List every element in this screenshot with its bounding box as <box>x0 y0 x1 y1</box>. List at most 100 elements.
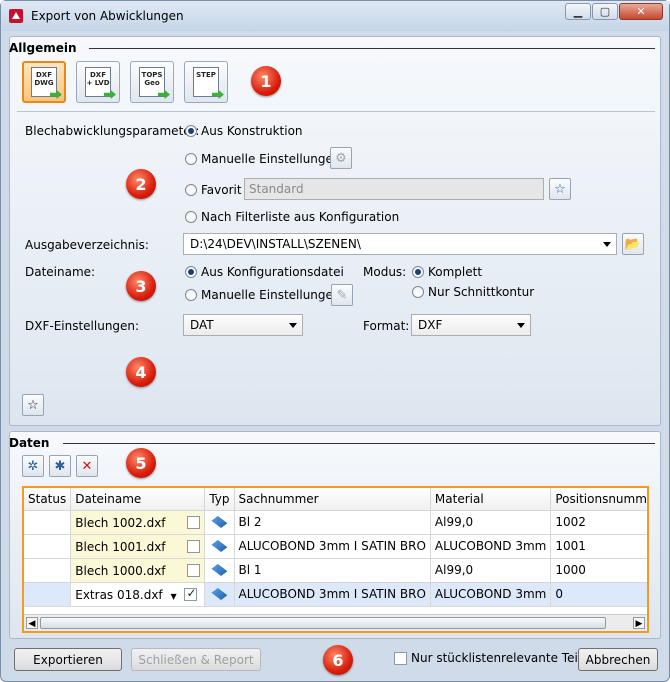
callout-badge-6: 6 <box>323 645 353 675</box>
star-icon[interactable]: ☆ <box>549 178 571 200</box>
maximize-button[interactable]: ▢ <box>592 3 618 20</box>
minimize-button[interactable]: ▁ <box>565 3 591 20</box>
stueckliste-checkbox[interactable] <box>394 652 407 665</box>
scroll-right-arrow-icon[interactable]: ▶ <box>633 617 645 629</box>
gear-icon[interactable]: ⚙ <box>330 147 352 169</box>
cell-positionsnummer: 1000 <box>550 558 647 583</box>
col-positionsnummer[interactable]: Positionsnummer <box>550 488 647 511</box>
blech-label: Blechabwicklungsparameter: <box>25 124 200 138</box>
radio-komplett[interactable] <box>412 266 424 278</box>
cell-typ <box>204 582 235 607</box>
cell-status <box>24 558 72 583</box>
radio-aus-konstruktion[interactable] <box>185 125 197 137</box>
cell-status <box>24 510 72 535</box>
scrollbar-thumb[interactable] <box>40 617 606 629</box>
row-checkbox[interactable] <box>187 516 201 529</box>
cell-dateiname[interactable]: Blech 1002.dxf <box>70 510 206 535</box>
horizontal-scrollbar[interactable]: ◀ ▶ <box>24 614 647 631</box>
dxf-lvd-icon: DXF + LVD <box>85 67 116 99</box>
callout-badge-5: 5 <box>126 448 156 478</box>
close-report-button[interactable]: Schließen & Report <box>131 648 261 671</box>
tile-dxf-dwg[interactable]: DXF DWG <box>22 61 66 103</box>
col-typ[interactable]: Typ <box>204 488 235 511</box>
radio-aus-konfigurationsdatei[interactable] <box>185 266 197 278</box>
data-grid[interactable]: Status Dateiname Typ Sachnummer Material… <box>22 486 649 633</box>
format-label: Format: <box>363 319 410 333</box>
tops-geo-icon: TOPS Geo <box>139 67 170 99</box>
close-button[interactable]: ✕ <box>619 3 663 20</box>
cell-typ <box>204 510 235 535</box>
chevron-down-icon <box>289 323 297 328</box>
cell-sachnummer: Bl 1 <box>234 558 431 583</box>
cell-status <box>24 582 72 607</box>
dxf-dropdown[interactable]: DAT <box>183 314 303 336</box>
cell-sachnummer: ALUCOBOND 3mm I SATIN BRO <box>234 582 431 607</box>
row-checkbox[interactable] <box>184 586 198 601</box>
data-table: Status Dateiname Typ Sachnummer Material… <box>24 488 647 607</box>
stueckliste-label: Nur stücklistenrelevante Teile <box>411 651 589 665</box>
cell-dateiname[interactable]: Blech 1001.dxf <box>70 534 206 559</box>
favorite-star-icon[interactable]: ☆ <box>22 394 44 416</box>
dxf-dwg-icon: DXF DWG <box>31 67 62 99</box>
radio-nur-schnittkontur[interactable] <box>412 286 424 298</box>
chevron-down-icon <box>517 323 525 328</box>
tile-dxf-lvd[interactable]: DXF + LVD <box>76 61 120 103</box>
table-header: Status Dateiname Typ Sachnummer Material… <box>24 488 647 511</box>
sheet-metal-icon <box>211 564 228 576</box>
callout-badge-4: 4 <box>126 357 156 387</box>
radio-filterliste[interactable] <box>185 211 197 223</box>
cell-material: ALUCOBOND 3mm <box>430 534 552 559</box>
radio-aus-konfig-label: Aus Konfigurationsdatei <box>201 265 344 279</box>
radio-manuelle-einstellungen[interactable] <box>185 153 197 165</box>
cell-dateiname-editor[interactable]: Extras 018.dxf ▼ <box>70 582 206 607</box>
row-checkbox[interactable] <box>187 540 201 553</box>
table-row[interactable]: Blech 1002.dxf Bl 2 Al99,0 1002 1 <box>24 510 647 535</box>
cell-dateiname[interactable]: Blech 1000.dxf <box>70 558 206 583</box>
export-button[interactable]: Exportieren <box>14 648 122 671</box>
cell-typ <box>204 534 235 559</box>
tile-step[interactable]: STEP <box>184 61 228 103</box>
radio-dateiname-manuell[interactable] <box>185 289 197 301</box>
dateiname-label: Dateiname: <box>25 265 96 279</box>
radio-favorit[interactable] <box>185 184 197 196</box>
dxf-label: DXF-Einstellungen: <box>25 319 140 333</box>
col-material[interactable]: Material <box>430 488 552 511</box>
radio-schnittkontur-label: Nur Schnittkontur <box>428 285 535 299</box>
row-checkbox[interactable] <box>187 564 201 577</box>
gears-icon[interactable]: ✱ <box>49 455 71 477</box>
ausgabe-dropdown[interactable]: D:\24\DEV\INSTALL\SZENEN\ <box>183 233 617 255</box>
format-dropdown[interactable]: DXF <box>411 314 531 336</box>
col-sachnummer[interactable]: Sachnummer <box>234 488 431 511</box>
table-row-selected[interactable]: Extras 018.dxf ▼ ALUCOBOND 3mm I SATIN B… <box>24 582 647 607</box>
radio-aus-konstruktion-label: Aus Konstruktion <box>201 124 303 138</box>
section-divider <box>89 48 655 49</box>
dxf-value: DAT <box>190 318 214 332</box>
chevron-down-icon[interactable]: ▼ <box>170 592 176 601</box>
table-row[interactable]: Blech 1001.dxf ALUCOBOND 3mm I SATIN BRO… <box>24 534 647 559</box>
gear-add-icon[interactable]: ✲ <box>22 455 44 477</box>
col-status[interactable]: Status <box>24 488 72 511</box>
table-row[interactable]: Blech 1000.dxf Bl 1 Al99,0 1000 2 <box>24 558 647 583</box>
export-dialog: Export von Abwicklungen ▁ ▢ ✕ Allgemein … <box>0 0 670 682</box>
folder-open-icon[interactable]: 📂 <box>622 233 644 255</box>
scroll-left-arrow-icon[interactable]: ◀ <box>26 617 38 629</box>
cancel-button[interactable]: Abbrechen <box>578 648 658 671</box>
section-divider <box>63 443 655 444</box>
cell-sachnummer: ALUCOBOND 3mm I SATIN BRO <box>234 534 431 559</box>
cell-sachnummer: Bl 2 <box>234 510 431 535</box>
title-bar[interactable]: Export von Abwicklungen ▁ ▢ ✕ <box>1 1 669 31</box>
modus-label: Modus: <box>363 265 407 279</box>
radio-favorit-label: Favorit <box>201 183 242 197</box>
tile-tops-geo[interactable]: TOPS Geo <box>130 61 174 103</box>
cell-material: Al99,0 <box>430 558 552 583</box>
callout-badge-3: 3 <box>126 271 156 301</box>
format-value: DXF <box>418 318 443 332</box>
favorit-field: Standard <box>244 178 544 200</box>
col-dateiname[interactable]: Dateiname <box>70 488 206 511</box>
edit-icon[interactable]: ✎ <box>331 284 353 306</box>
cell-status <box>24 534 72 559</box>
radio-manuelle-label: Manuelle Einstellungen <box>201 152 341 166</box>
daten-section-title: Daten <box>9 436 50 450</box>
delete-icon[interactable]: ✕ <box>76 455 98 477</box>
sheet-metal-icon <box>211 516 228 528</box>
